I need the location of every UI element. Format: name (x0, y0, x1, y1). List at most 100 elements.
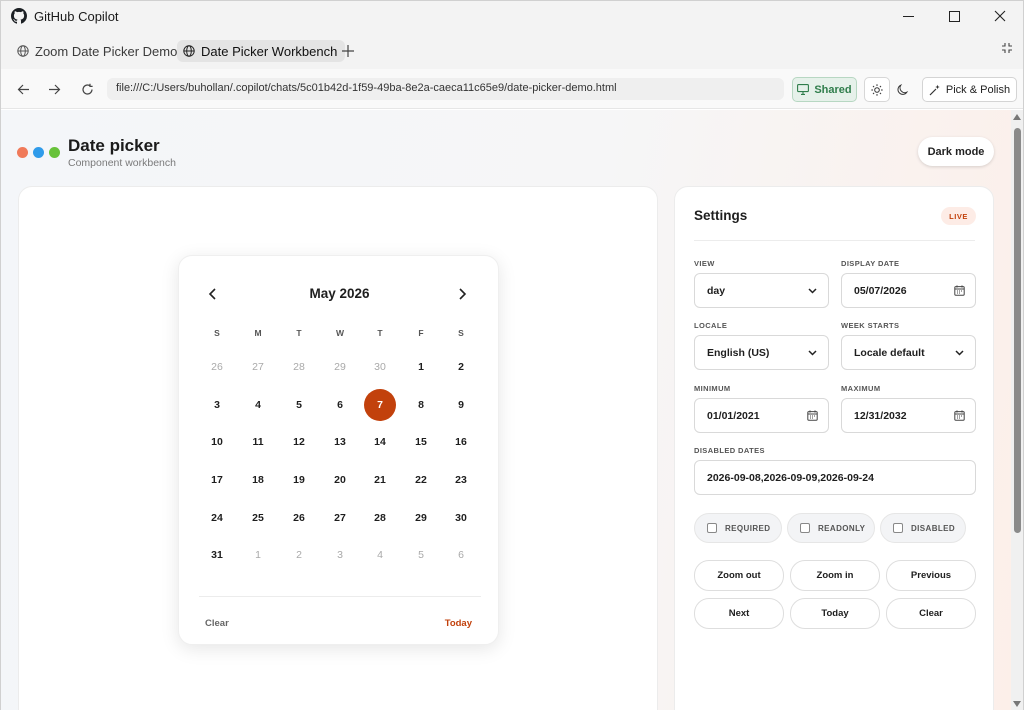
week-starts-select[interactable]: Locale default (841, 335, 976, 370)
calendar-day[interactable]: 5 (283, 389, 315, 421)
calendar-icon[interactable] (807, 410, 818, 421)
calendar-day[interactable]: 17 (201, 464, 233, 496)
dark-mode-button[interactable]: Dark mode (918, 137, 994, 166)
close-icon (994, 10, 1006, 22)
next-button[interactable]: Next (694, 598, 784, 629)
tab-date-picker-workbench[interactable]: Date Picker Workbench (177, 40, 346, 62)
readonly-checkbox[interactable]: READONLY (787, 513, 875, 543)
view-label: VIEW (694, 259, 715, 268)
today-button[interactable]: Today (790, 598, 880, 629)
weekday-header: T (377, 328, 383, 338)
calendar-day[interactable]: 27 (324, 502, 356, 534)
calendar-day[interactable]: 14 (364, 426, 396, 458)
pick-label: Pick & Polish (945, 83, 1011, 96)
locale-value: English (US) (707, 346, 770, 359)
calendar-day-outside: 30 (374, 361, 386, 373)
pick-and-polish-button[interactable]: Pick & Polish (922, 77, 1017, 102)
calendar-day-outside: 3 (337, 549, 343, 561)
tab-zoom-date-picker-demo[interactable]: Zoom Date Picker Demo (11, 40, 185, 62)
dark-theme-button[interactable] (890, 77, 916, 102)
light-theme-button[interactable] (864, 77, 890, 102)
chevron-right-icon[interactable] (455, 287, 469, 301)
new-tab-button[interactable] (338, 40, 358, 62)
dot-blue (33, 147, 44, 158)
calendar-day[interactable]: 16 (445, 426, 477, 458)
calendar-today-button[interactable]: Today (445, 618, 472, 629)
calendar-day[interactable]: 11 (242, 426, 274, 458)
scroll-down-icon[interactable] (1013, 701, 1021, 707)
calendar-day[interactable]: 26 (283, 502, 315, 534)
previous-button[interactable]: Previous (886, 560, 976, 591)
calendar-day[interactable]: 31 (201, 539, 233, 571)
calendar-day[interactable]: 6 (324, 389, 356, 421)
disabled-checkbox[interactable]: DISABLED (880, 513, 966, 543)
calendar-day-outside: 28 (293, 361, 305, 373)
readonly-label: READONLY (818, 523, 866, 533)
clear-button[interactable]: Clear (886, 598, 976, 629)
calendar-day[interactable]: 4 (242, 389, 274, 421)
maximum-date-input[interactable]: 12/31/2032 (841, 398, 976, 433)
sparkle-wand-icon (929, 84, 940, 95)
minimum-label: MINIMUM (694, 384, 731, 393)
checkbox-box[interactable] (707, 523, 717, 533)
collapse-icon[interactable] (1001, 42, 1013, 54)
chevron-down-icon (808, 288, 817, 294)
close-window-button[interactable] (977, 1, 1023, 31)
url-field[interactable]: file:///C:/Users/buhollan/.copilot/chats… (107, 78, 784, 100)
calendar-day[interactable]: 1 (405, 351, 437, 383)
disabled-dates-input[interactable]: 2026-09-08,2026-09-09,2026-09-24 (694, 460, 976, 495)
checkbox-box[interactable] (893, 523, 903, 533)
maximize-button[interactable] (931, 1, 977, 31)
zoom-in-button[interactable]: Zoom in (790, 560, 880, 591)
calendar-day[interactable]: 24 (201, 502, 233, 534)
display-date-input[interactable]: 05/07/2026 (841, 273, 976, 308)
calendar-day[interactable]: 15 (405, 426, 437, 458)
calendar-icon[interactable] (954, 285, 965, 296)
minimize-button[interactable] (885, 1, 931, 31)
calendar-day[interactable]: 28 (364, 502, 396, 534)
week-starts-label: WEEK STARTS (841, 321, 900, 330)
calendar-icon[interactable] (954, 410, 965, 421)
page-title: Date picker (68, 136, 160, 155)
calendar-day[interactable]: 13 (324, 426, 356, 458)
calendar-day[interactable]: 30 (445, 502, 477, 534)
view-select[interactable]: day (694, 273, 829, 308)
calendar-day[interactable]: 2 (445, 351, 477, 383)
scrollbar-thumb[interactable] (1014, 128, 1021, 533)
calendar-day[interactable]: 21 (364, 464, 396, 496)
required-label: REQUIRED (725, 523, 771, 533)
calendar-day[interactable]: 8 (405, 389, 437, 421)
calendar-day[interactable]: 23 (445, 464, 477, 496)
reload-button[interactable] (78, 80, 96, 98)
calendar-clear-button[interactable]: Clear (205, 618, 229, 629)
calendar-day[interactable]: 19 (283, 464, 315, 496)
calendar-day[interactable]: 29 (405, 502, 437, 534)
disabled-dates-value: 2026-09-08,2026-09-09,2026-09-24 (707, 471, 874, 484)
scroll-up-icon[interactable] (1013, 114, 1021, 120)
forward-button[interactable] (45, 80, 63, 98)
required-checkbox[interactable]: REQUIRED (694, 513, 782, 543)
dot-red (17, 147, 28, 158)
display-date-value: 05/07/2026 (854, 284, 907, 297)
calendar-day[interactable]: 18 (242, 464, 274, 496)
sun-icon (871, 83, 883, 96)
github-logo-icon (11, 8, 27, 24)
calendar-day-outside: 2 (296, 549, 302, 561)
disabled-label: DISABLED (911, 523, 956, 533)
back-button[interactable] (14, 80, 32, 98)
calendar-day[interactable]: 9 (445, 389, 477, 421)
calendar-day[interactable]: 22 (405, 464, 437, 496)
calendar-day[interactable]: 25 (242, 502, 274, 534)
checkbox-box[interactable] (800, 523, 810, 533)
calendar-day[interactable]: 20 (324, 464, 356, 496)
calendar-day[interactable]: 10 (201, 426, 233, 458)
minimum-date-input[interactable]: 01/01/2021 (694, 398, 829, 433)
vertical-scrollbar[interactable] (1011, 110, 1023, 710)
calendar-day-selected[interactable]: 7 (364, 389, 396, 421)
calendar-day[interactable]: 12 (283, 426, 315, 458)
shared-button[interactable]: Shared (792, 77, 857, 102)
address-bar: file:///C:/Users/buhollan/.copilot/chats… (1, 69, 1023, 109)
zoom-out-button[interactable]: Zoom out (694, 560, 784, 591)
locale-select[interactable]: English (US) (694, 335, 829, 370)
calendar-day[interactable]: 3 (201, 389, 233, 421)
